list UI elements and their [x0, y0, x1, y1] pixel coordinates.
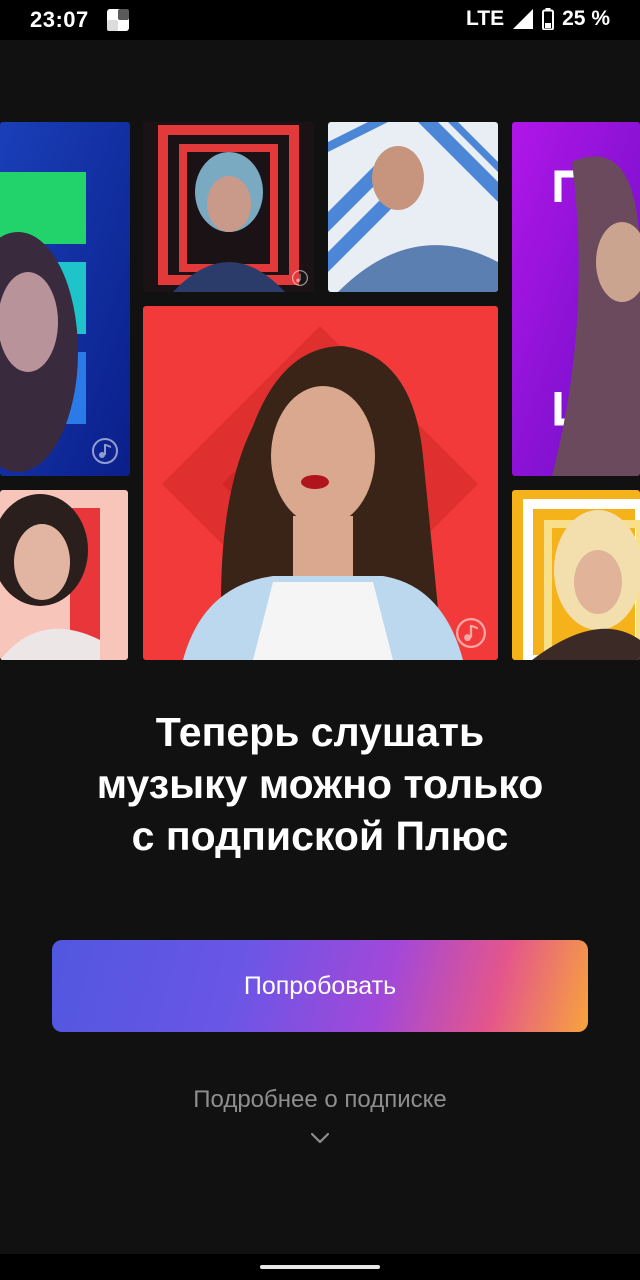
headline-line-3: с подпиской Плюс: [131, 813, 509, 859]
battery-level: 25 %: [562, 7, 610, 30]
artist-tile-featured-red: [143, 306, 498, 660]
artist-tile-red-frame: [143, 122, 314, 292]
status-time: 23:07: [30, 7, 89, 32]
artist-tile-purple: [512, 122, 640, 476]
navigation-bar: [0, 1254, 640, 1280]
signal-icon: [513, 9, 534, 29]
app-notification-icon: [107, 9, 129, 31]
music-note-icon: [292, 270, 308, 286]
status-bar: 23:07 LTE 25 %: [0, 0, 640, 40]
music-note-icon: [92, 438, 118, 464]
subscription-details-link[interactable]: Подробнее о подписке: [0, 1086, 640, 1114]
headline-line-2: музыку можно только: [96, 761, 544, 807]
artist-tile-pink: [0, 490, 128, 660]
try-button[interactable]: Попробовать: [52, 940, 588, 1032]
try-button-label: Попробовать: [243, 971, 397, 1000]
artist-collage: [0, 120, 640, 660]
artist-tile-yellow: [512, 490, 640, 660]
status-right-group: LTE 25 %: [466, 7, 610, 31]
artist-tile-green-blue: [0, 122, 130, 476]
headline-line-1: Теперь слушать: [155, 709, 485, 755]
battery-icon: [542, 8, 555, 30]
home-indicator[interactable]: [260, 1265, 380, 1269]
network-type: LTE: [466, 7, 505, 30]
headline: Теперь слушать музыку можно только с под…: [0, 706, 640, 862]
chevron-down-icon[interactable]: [308, 1128, 332, 1148]
artist-tile-chevron: [328, 122, 498, 292]
music-note-icon: [456, 618, 486, 648]
